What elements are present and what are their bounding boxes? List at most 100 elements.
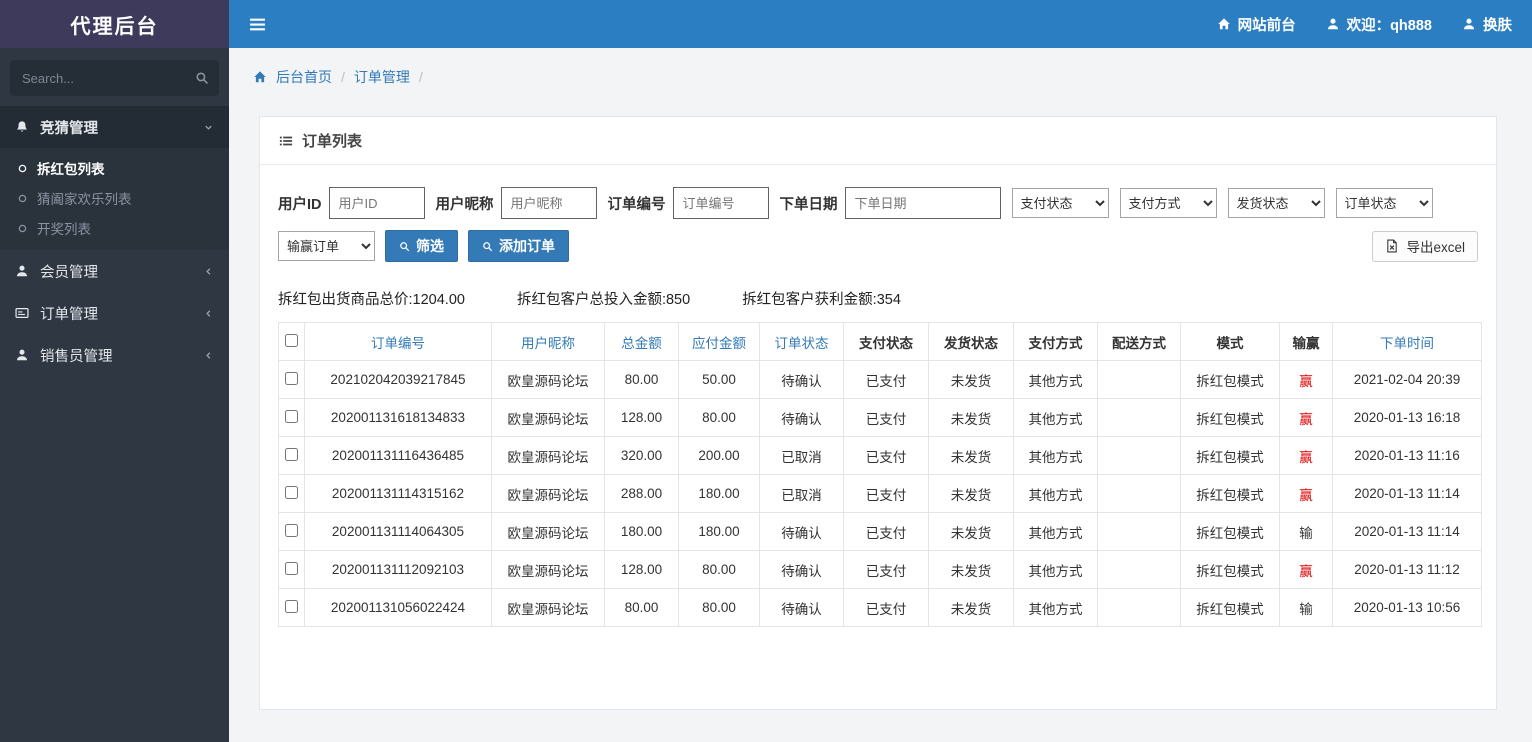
app-root: 代理后台 网站前台 欢迎：qh888 换肤 Search... 竞猜管理 拆红包… <box>0 0 1532 742</box>
sidebar-item-quiz-management[interactable]: 竞猜管理 <box>0 106 229 148</box>
row-checkbox[interactable] <box>285 599 298 613</box>
sidebar-subitem-red-packet-list[interactable]: 拆红包列表 <box>0 153 229 183</box>
breadcrumb: 后台首页 / 订单管理 / <box>229 48 1532 103</box>
cell-order_no: 202001131112092103 <box>304 550 492 589</box>
welcome-label: 欢迎：qh888 <box>1346 17 1432 34</box>
sidebar-subitem-lottery-list[interactable]: 开奖列表 <box>0 213 229 243</box>
cell-order_status: 已取消 <box>759 474 844 513</box>
cell-total: 80.00 <box>604 588 679 627</box>
topbar-main: 网站前台 欢迎：qh888 换肤 <box>229 0 1532 48</box>
cell-payable: 180.00 <box>678 512 760 551</box>
column-header-order_no[interactable]: 订单编号 <box>304 322 492 361</box>
cell-pay_method: 其他方式 <box>1013 436 1098 475</box>
order-table-head-row: 订单编号 用户昵称 总金额 应付金额 订单状态 支付状态 发货状态 支付方式 配送方式 模式 输赢下… <box>278 322 1482 361</box>
column-header-total[interactable]: 总金额 <box>604 322 679 361</box>
add-order-button[interactable]: 添加订单 <box>468 230 569 262</box>
cell-nickname: 欧皇源码论坛 <box>491 474 605 513</box>
row-checkbox[interactable] <box>285 485 298 499</box>
sidebar-item-member-management[interactable]: 会员管理 <box>0 250 229 292</box>
column-header-nickname[interactable]: 用户昵称 <box>491 322 605 361</box>
order-no-input[interactable] <box>672 187 769 219</box>
export-excel-button[interactable]: 导出excel <box>1372 230 1478 262</box>
topbar-link-site-front[interactable]: 网站前台 <box>1217 14 1296 35</box>
row-checkbox[interactable] <box>285 561 298 575</box>
cell-nickname: 欧皇源码论坛 <box>491 588 605 627</box>
user-id-input[interactable] <box>328 187 425 219</box>
pay-method-select[interactable]: 支付方式 <box>1119 188 1217 218</box>
filter-row: 用户ID 用户昵称 订单编号 下单日期 <box>278 187 1478 219</box>
sidebar-item-label: 销售员管理 <box>40 348 113 365</box>
brand-title: 代理后台 <box>70 15 159 38</box>
cell-pay_method: 其他方式 <box>1013 588 1098 627</box>
cell-win: 赢 <box>1279 474 1333 513</box>
sidebar-toggle-button[interactable] <box>249 16 266 33</box>
brand: 代理后台 <box>0 0 229 48</box>
cell-ship_status: 未发货 <box>928 436 1014 475</box>
table-row: 202001131112092103 欧皇源码论坛 128.00 80.00 待确认 已支… <box>278 550 1482 589</box>
breadcrumb-current-link[interactable]: 订单管理 <box>354 67 410 87</box>
cell-total: 128.00 <box>604 398 679 437</box>
filter-field-order-date: 下单日期 <box>780 187 1001 219</box>
topbar-link-welcome[interactable]: 欢迎：qh888 <box>1326 14 1432 35</box>
chevron-left-icon <box>203 266 214 277</box>
hamburger-icon <box>249 16 266 33</box>
column-header-payable[interactable]: 应付金额 <box>678 322 760 361</box>
circle-icon <box>17 193 28 204</box>
order-date-input[interactable] <box>844 187 1001 219</box>
cell-nickname: 欧皇源码论坛 <box>491 398 605 437</box>
chevron-left-icon <box>203 308 214 319</box>
home-icon <box>253 70 267 84</box>
row-checkbox[interactable] <box>285 371 298 385</box>
sidebar-subitem-family-fun-list[interactable]: 猜阖家欢乐列表 <box>0 183 229 213</box>
cell-time: 2020-01-13 11:14 <box>1332 474 1482 513</box>
nickname-input[interactable] <box>500 187 597 219</box>
win-loss-select[interactable]: 输赢订单 <box>278 231 375 261</box>
sidebar-item-salesperson-management[interactable]: 销售员管理 <box>0 334 229 376</box>
order-date-label: 下单日期 <box>779 196 838 213</box>
cell-order_status: 已取消 <box>759 436 844 475</box>
stat-total-customer-input: 拆红包客户总投入金额:850 <box>516 292 691 308</box>
filter-button[interactable]: 筛选 <box>385 230 458 262</box>
row-checkbox[interactable] <box>285 447 298 461</box>
cell-nickname: 欧皇源码论坛 <box>491 550 605 589</box>
pay-status-select[interactable]: 支付状态 <box>1011 188 1109 218</box>
row-checkbox-cell <box>278 360 305 399</box>
cell-order_no: 202001131114315162 <box>304 474 492 513</box>
cell-total: 80.00 <box>604 360 679 399</box>
cell-pay_status: 已支付 <box>843 398 929 437</box>
row-checkbox[interactable] <box>285 523 298 537</box>
sidebar-search-input[interactable] <box>10 60 219 96</box>
stat-total-customer-profit: 拆红包客户获利金额:354 <box>742 292 901 308</box>
change-skin-label: 换肤 <box>1483 17 1512 34</box>
breadcrumb-home-link[interactable]: 后台首页 <box>276 67 332 87</box>
column-header-order_status[interactable]: 订单状态 <box>759 322 844 361</box>
search-icon[interactable] <box>195 71 209 85</box>
cell-order_status: 待确认 <box>759 512 844 551</box>
cell-time: 2020-01-13 16:18 <box>1332 398 1482 437</box>
card-icon <box>15 306 29 320</box>
column-header-pay_status: 支付状态 <box>843 322 929 361</box>
cell-delivery <box>1097 436 1181 475</box>
cell-pay_method: 其他方式 <box>1013 512 1098 551</box>
row-checkbox-cell <box>278 588 305 627</box>
cell-payable: 80.00 <box>678 550 760 589</box>
cell-nickname: 欧皇源码论坛 <box>491 360 605 399</box>
cell-ship_status: 未发货 <box>928 398 1014 437</box>
sidebar-item-order-management[interactable]: 订单管理 <box>0 292 229 334</box>
cell-delivery <box>1097 474 1181 513</box>
topbar-link-change-skin[interactable]: 换肤 <box>1462 14 1512 35</box>
column-header-time[interactable]: 下单时间 <box>1332 322 1482 361</box>
cell-pay_method: 其他方式 <box>1013 360 1098 399</box>
cell-payable: 80.00 <box>678 588 760 627</box>
ship-status-select[interactable]: 发货状态 <box>1227 188 1325 218</box>
sidebar-nav: 竞猜管理 拆红包列表 猜阖家欢乐列表 开奖列表 会员管理 订单管理 销售员管理 <box>0 106 229 376</box>
select-all-checkbox[interactable] <box>285 333 298 347</box>
cell-mode: 拆红包模式 <box>1180 588 1280 627</box>
row-checkbox[interactable] <box>285 409 298 423</box>
order-status-select[interactable]: 订单状态 <box>1335 188 1433 218</box>
cell-mode: 拆红包模式 <box>1180 550 1280 589</box>
cell-pay_status: 已支付 <box>843 588 929 627</box>
cell-mode: 拆红包模式 <box>1180 398 1280 437</box>
sidebar-item-label: 订单管理 <box>40 306 98 323</box>
cell-total: 128.00 <box>604 550 679 589</box>
